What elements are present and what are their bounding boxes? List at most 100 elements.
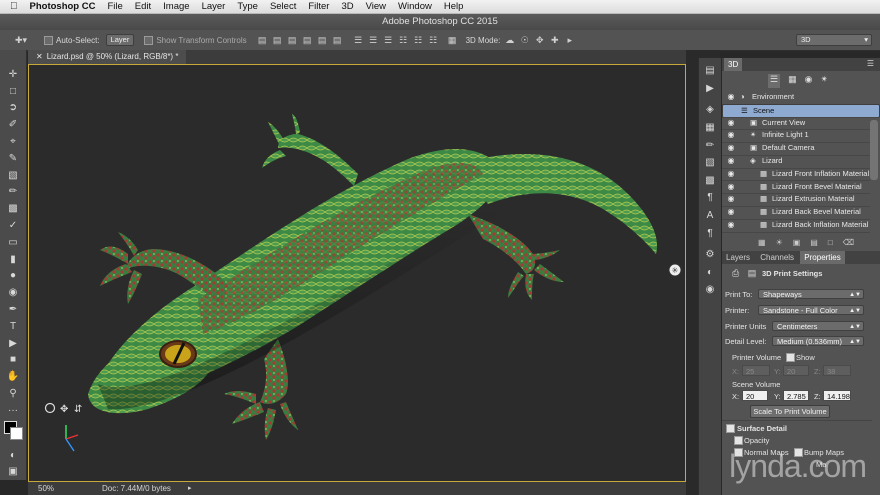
gradient-tool-icon[interactable]: ▮: [0, 251, 26, 268]
menu-filter[interactable]: Filter: [308, 1, 329, 12]
quick-select-tool-icon[interactable]: ✐: [0, 116, 26, 133]
visibility-eye-icon[interactable]: ◉: [725, 219, 737, 232]
tool-presets-icon[interactable]: ⚙: [699, 246, 721, 264]
coordinates-mode-icon[interactable]: ▤: [748, 268, 757, 278]
3d-panel-icon[interactable]: ◈: [699, 101, 721, 119]
scene-item[interactable]: ◉ ▦ Lizard Back Inflation Material: [722, 219, 870, 233]
pan-3d-icon[interactable]: ✥: [534, 35, 545, 46]
document-tab[interactable]: ✕ Lizard.psd @ 50% (Lizard, RGB/8*) *: [28, 50, 187, 64]
scene-volume-x-input[interactable]: 20: [742, 390, 768, 401]
visibility-eye-icon[interactable]: ◉: [725, 155, 737, 168]
blur-tool-icon[interactable]: ●: [0, 268, 26, 285]
scene-volume-z-input[interactable]: 14.198: [823, 390, 851, 401]
align-vcenter-icon[interactable]: ▤: [272, 35, 283, 46]
align-top-icon[interactable]: ▤: [257, 35, 268, 46]
eraser-tool-icon[interactable]: ▭: [0, 234, 26, 251]
scene-item[interactable]: ◉ ✴ Infinite Light 1: [722, 129, 870, 143]
slide-3d-icon[interactable]: ✚: [549, 35, 560, 46]
detail-level-dropdown[interactable]: Medium (0.536mm) ▲▼: [772, 336, 864, 346]
orbit-3d-icon[interactable]: ☁: [504, 35, 515, 46]
paragraph-panel-icon[interactable]: ¶: [699, 224, 721, 242]
hand-tool-icon[interactable]: ✋: [0, 368, 26, 385]
visibility-eye-icon[interactable]: ◉: [725, 129, 737, 142]
menu-window[interactable]: Window: [398, 1, 432, 12]
adjustments-icon[interactable]: ◐: [699, 264, 721, 282]
scene-item[interactable]: ◉ ◑ Environment: [722, 91, 870, 105]
tab-properties[interactable]: Properties: [800, 251, 845, 264]
apple-menu-icon[interactable]: : [10, 1, 18, 12]
auto-select-dropdown[interactable]: Layer: [105, 33, 135, 47]
menu-type[interactable]: Type: [237, 1, 258, 12]
scene-item[interactable]: ◉ ▦ Lizard Front Inflation Material: [722, 168, 870, 182]
tab-3d[interactable]: 3D: [724, 58, 743, 71]
show-transform-checkbox[interactable]: [144, 35, 154, 45]
tab-layers[interactable]: Layers: [722, 251, 754, 264]
rectangle-tool-icon[interactable]: ■: [0, 352, 26, 369]
menu-select[interactable]: Select: [270, 1, 296, 12]
document-size-info[interactable]: Doc: 7.44M/0 bytes: [102, 482, 171, 495]
background-color-swatch[interactable]: [10, 426, 23, 440]
swatches-panel-icon[interactable]: ▦: [699, 119, 721, 137]
filter-whole-scene-icon[interactable]: ☰: [768, 74, 781, 88]
new-light-icon[interactable]: ☀: [776, 238, 783, 250]
ground-icon[interactable]: ▤: [810, 238, 818, 250]
distribute-right-icon[interactable]: ☷: [428, 35, 439, 46]
panel-menu-icon[interactable]: ☰: [867, 59, 874, 68]
dodge-tool-icon[interactable]: ◉: [0, 284, 26, 301]
show-volume-checkbox[interactable]: [786, 353, 795, 362]
scene-item[interactable]: ◉ ▦ Lizard Back Bevel Material: [722, 206, 870, 220]
tab-channels[interactable]: Channels: [756, 251, 798, 264]
scale-3d-icon[interactable]: ▸: [564, 35, 575, 46]
scene-volume-y-input[interactable]: 2.785: [783, 390, 809, 401]
scale-to-print-volume-button[interactable]: Scale To Print Volume: [750, 405, 830, 418]
scene-item[interactable]: ◉ ▣ Current View: [722, 117, 870, 131]
scene-item[interactable]: ◉ ◈ Lizard: [722, 155, 870, 169]
menu-edit[interactable]: Edit: [135, 1, 151, 12]
brush-panel-icon[interactable]: ✏: [699, 136, 721, 154]
crop-tool-icon[interactable]: ⌖: [0, 133, 26, 150]
render-icon[interactable]: ▦: [758, 238, 766, 250]
styles-icon[interactable]: ◉: [699, 281, 721, 299]
visibility-eye-icon[interactable]: ◉: [725, 206, 737, 219]
workspace-dropdown[interactable]: 3D ▾: [796, 33, 872, 47]
menu-help[interactable]: Help: [444, 1, 464, 12]
healing-brush-tool-icon[interactable]: ▧: [0, 167, 26, 184]
type-tool-icon[interactable]: T: [0, 318, 26, 335]
menu-file[interactable]: File: [107, 1, 122, 12]
filter-lights-icon[interactable]: ✴: [820, 74, 828, 88]
align-left-icon[interactable]: ▤: [302, 35, 313, 46]
actions-panel-icon[interactable]: ▶: [699, 80, 721, 98]
filter-meshes-icon[interactable]: ▦: [788, 74, 797, 88]
status-menu-icon[interactable]: ▸: [188, 482, 192, 495]
auto-align-icon[interactable]: ▦: [447, 35, 458, 46]
auto-select-checkbox[interactable]: [44, 35, 53, 45]
printer-units-dropdown[interactable]: Centimeters ▲▼: [772, 321, 864, 331]
roll-3d-icon[interactable]: ☉: [519, 35, 530, 46]
distribute-bottom-icon[interactable]: ☰: [383, 35, 394, 46]
menu-view[interactable]: View: [366, 1, 386, 12]
distribute-hcenter-icon[interactable]: ☷: [413, 35, 424, 46]
new-camera-icon[interactable]: ▣: [793, 238, 801, 250]
quick-mask-icon[interactable]: ◐: [0, 447, 26, 464]
show-transform-toggle[interactable]: Show Transform Controls: [144, 33, 247, 47]
align-hcenter-icon[interactable]: ▤: [317, 35, 328, 46]
brush-tool-icon[interactable]: ✏: [0, 184, 26, 201]
edit-toolbar-icon[interactable]: ···: [0, 402, 26, 419]
paragraph-styles-icon[interactable]: ¶: [699, 189, 721, 207]
lasso-tool-icon[interactable]: ➲: [0, 100, 26, 117]
printer-dropdown[interactable]: Sandstone - Full Color ▲▼: [758, 305, 864, 315]
character-panel-icon[interactable]: A: [699, 207, 721, 225]
filter-materials-icon[interactable]: ◉: [805, 74, 813, 88]
scene-item[interactable]: ◉ ▦ Lizard Extrusion Material: [722, 193, 870, 207]
zoom-tool-icon[interactable]: ⚲: [0, 385, 26, 402]
tab-close-icon[interactable]: ✕: [36, 52, 43, 61]
menu-layer[interactable]: Layer: [202, 1, 226, 12]
history-panel-icon[interactable]: ▤: [699, 62, 721, 80]
history-brush-tool-icon[interactable]: ✓: [0, 217, 26, 234]
print-to-dropdown[interactable]: Shapeways ▲▼: [758, 289, 864, 299]
print-settings-mode-icon[interactable]: ⎙: [732, 268, 739, 278]
visibility-eye-icon[interactable]: ◉: [725, 193, 737, 206]
clone-stamp-tool-icon[interactable]: ▩: [0, 200, 26, 217]
align-right-icon[interactable]: ▤: [332, 35, 343, 46]
clone-source-icon[interactable]: ▩: [699, 172, 721, 190]
